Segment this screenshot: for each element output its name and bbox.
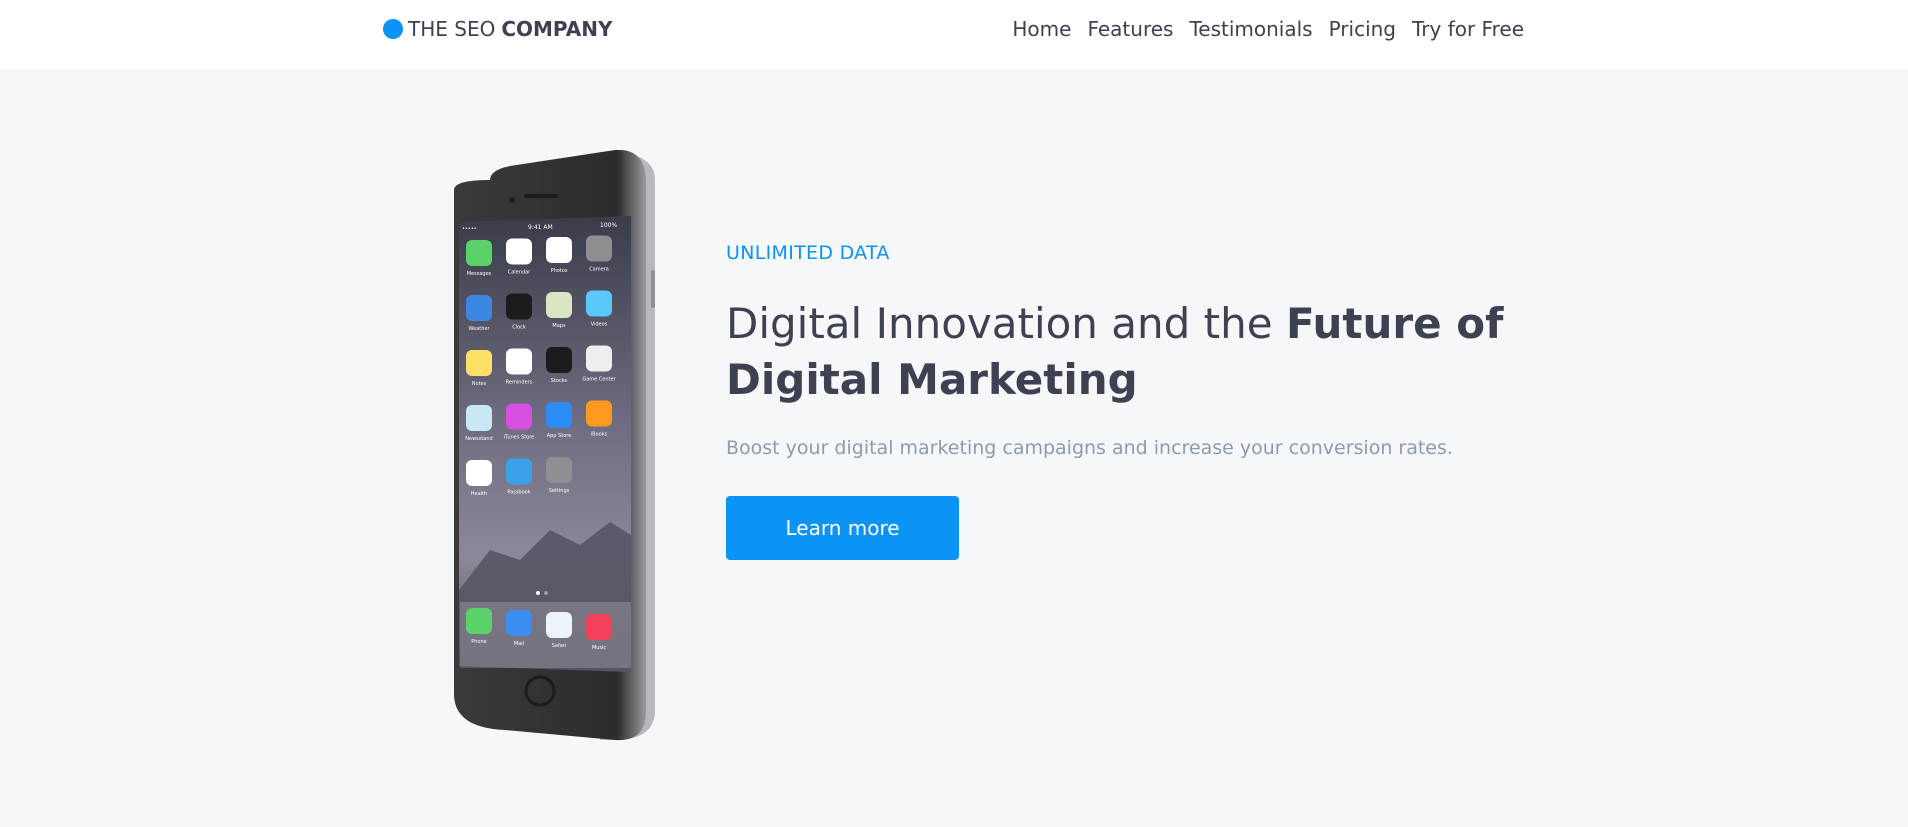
app-label: Calendar <box>508 270 531 276</box>
main-nav: Home Features Testimonials Pricing Try f… <box>1012 16 1524 42</box>
headline-light: Digital Innovation and the <box>726 299 1273 348</box>
app-label: Game Center <box>582 377 616 383</box>
app-label: Reminders <box>506 380 533 386</box>
app-label: iBooks <box>591 432 608 438</box>
app-label: Notes <box>472 381 487 387</box>
nav-item-home[interactable]: Home <box>1012 16 1071 42</box>
app-label: Videos <box>591 322 608 328</box>
calendar-icon: Calendar <box>506 238 532 276</box>
learn-more-button[interactable]: Learn more <box>726 496 959 560</box>
status-time: 9:41 AM <box>528 224 553 231</box>
front-camera <box>509 197 515 203</box>
phone-image: ••••• 9:41 AM 100% Messages Calendar Photo… <box>450 149 660 742</box>
nav-item-testimonials[interactable]: Testimonials <box>1189 16 1312 42</box>
status-battery: 100% <box>600 222 617 229</box>
hero-subtext: Boost your digital marketing campaigns a… <box>726 437 1453 459</box>
app-label: Newsstand <box>465 436 492 442</box>
app-label: Photos <box>551 268 568 274</box>
app-label: Camera <box>589 267 609 273</box>
top-navbar: THE SEO COMPANY Home Features Testimonia… <box>0 0 1908 69</box>
brand-prefix: THE SEO <box>408 17 496 41</box>
app-label: Phone <box>471 639 487 645</box>
app-label: App Store <box>547 433 572 439</box>
phone-illustration: ••••• 9:41 AM 100% Messages Calendar Photo… <box>454 149 655 741</box>
passbook-icon: Passbook <box>506 458 532 496</box>
app-label: Stocks <box>551 378 568 384</box>
speaker-grille <box>524 194 558 198</box>
app-label: Settings <box>549 488 570 494</box>
nav-item-pricing[interactable]: Pricing <box>1329 16 1396 42</box>
newsstand-icon: Newsstand <box>465 405 493 442</box>
volume-button <box>651 270 655 308</box>
brand-name: COMPANY <box>501 17 613 41</box>
settings-icon: Settings <box>546 457 572 494</box>
app-label: Weather <box>468 326 490 332</box>
logo-dot-icon <box>383 19 403 39</box>
app-label: Health <box>471 491 487 497</box>
app-label: Mail <box>514 641 524 647</box>
itunes-icon: iTunes Store <box>504 403 535 441</box>
hero-headline: Digital Innovation and the Future of Dig… <box>726 296 1506 408</box>
app-label: Music <box>592 645 606 651</box>
page-dot <box>544 591 548 595</box>
nav-item-features[interactable]: Features <box>1087 16 1173 42</box>
brand-logo[interactable]: THE SEO COMPANY <box>383 17 612 41</box>
app-store-icon: App Store <box>546 402 572 439</box>
app-label: Messages <box>467 271 492 277</box>
messages-icon: Messages <box>466 240 492 277</box>
app-label: Passbook <box>507 490 530 496</box>
page-dot-active <box>536 591 540 595</box>
app-label: Safari <box>552 643 567 649</box>
game-center-icon: Game Center <box>582 345 617 383</box>
camera-icon: Camera <box>586 235 612 273</box>
app-label: iTunes Store <box>504 435 535 441</box>
app-label: Maps <box>552 323 566 329</box>
status-carrier: ••••• <box>462 226 477 232</box>
reminders-icon: Reminders <box>506 348 533 386</box>
app-label: Clock <box>512 325 526 331</box>
nav-item-try-for-free[interactable]: Try for Free <box>1412 16 1524 42</box>
hero-eyebrow: UNLIMITED DATA <box>726 242 890 264</box>
weather-icon: Weather <box>466 295 492 332</box>
